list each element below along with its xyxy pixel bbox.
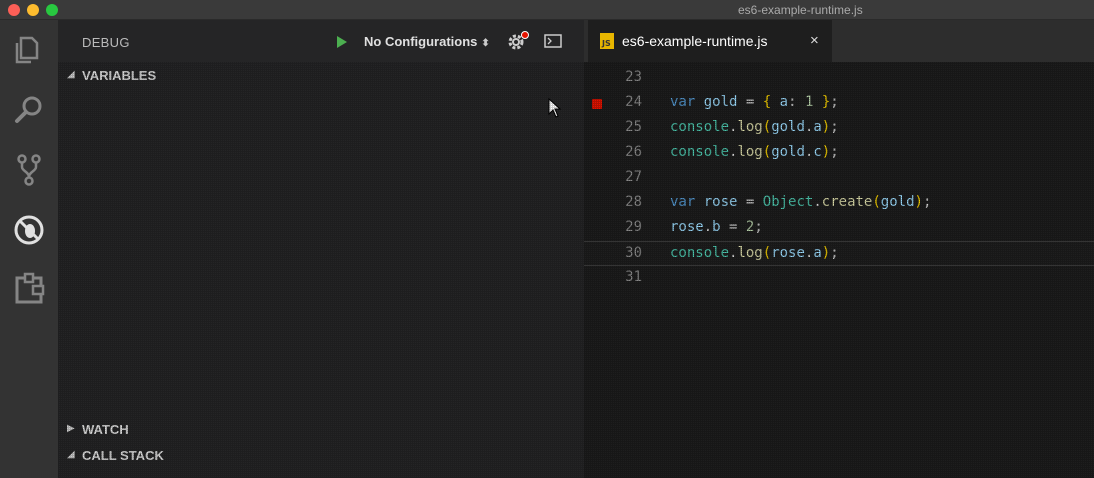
debug-toolbar: DEBUG No Configurations ⬍ [58, 20, 584, 62]
configuration-select[interactable]: No Configurations ⬍ [364, 34, 490, 49]
title-bar: es6-example-runtime.js [0, 0, 1094, 20]
code-line: 27 [584, 166, 1094, 191]
tab-label: es6-example-runtime.js [622, 33, 768, 49]
extensions-icon[interactable] [9, 270, 49, 310]
variables-section-header[interactable]: ◢ VARIABLES [58, 64, 584, 86]
svg-text:JS: JS [601, 39, 611, 48]
code-text: console.log(gold.c); [670, 144, 839, 160]
play-icon[interactable] [336, 35, 348, 49]
configuration-label: No Configurations [364, 34, 478, 49]
console-icon[interactable] [544, 34, 562, 48]
files-icon[interactable] [9, 30, 49, 70]
close-window-button[interactable] [8, 4, 20, 16]
code-line: 31 [584, 266, 1094, 291]
code-text: console.log(gold.a); [670, 119, 839, 135]
minimize-window-button[interactable] [27, 4, 39, 16]
current-code-line: 30 console.log(rose.a); [584, 241, 1094, 266]
close-icon[interactable]: × [810, 32, 819, 49]
code-line: 25 console.log(gold.a); [584, 116, 1094, 141]
search-icon[interactable] [9, 90, 49, 130]
watch-title: WATCH [82, 422, 129, 437]
variables-title: VARIABLES [82, 68, 157, 83]
code-line: 23 [584, 66, 1094, 91]
source-control-icon[interactable] [9, 150, 49, 190]
chevron-right-icon: ▶ [67, 423, 75, 434]
window-title: es6-example-runtime.js [738, 3, 863, 17]
code-text: var gold = { a: 1 }; [670, 94, 839, 110]
debug-sidebar: DEBUG No Configurations ⬍ ◢ VARIABLES ▶ W… [58, 20, 584, 478]
activity-bar [0, 20, 58, 478]
code-text: rose.b = 2; [670, 219, 763, 235]
line-number: 28 [625, 194, 642, 210]
debug-title: DEBUG [82, 35, 130, 50]
line-number: 25 [625, 119, 642, 135]
notification-badge [521, 31, 529, 39]
js-file-icon: JS [600, 33, 614, 49]
code-line: 26 console.log(gold.c); [584, 141, 1094, 166]
breakpoint-icon[interactable] [592, 99, 602, 109]
select-arrows-icon: ⬍ [481, 38, 490, 49]
chevron-down-icon: ◢ [67, 449, 75, 460]
line-number: 23 [625, 69, 642, 85]
line-number: 24 [625, 94, 642, 110]
callstack-title: CALL STACK [82, 448, 164, 463]
line-number: 27 [625, 169, 642, 185]
maximize-window-button[interactable] [46, 4, 58, 16]
code-text: var rose = Object.create(gold); [670, 194, 932, 210]
code-line: 24 var gold = { a: 1 }; [584, 91, 1094, 116]
line-number: 29 [625, 219, 642, 235]
editor-area: JS es6-example-runtime.js × 23 24 var go… [584, 20, 1094, 478]
debug-icon[interactable] [9, 210, 49, 250]
line-number: 26 [625, 144, 642, 160]
line-number: 30 [625, 245, 642, 261]
chevron-down-icon: ◢ [67, 69, 75, 80]
code-text: console.log(rose.a); [670, 245, 839, 261]
code-line: 28 var rose = Object.create(gold); [584, 191, 1094, 216]
code-line: 29 rose.b = 2; [584, 216, 1094, 241]
variables-panel [58, 86, 584, 416]
code-editor[interactable]: 23 24 var gold = { a: 1 }; 25 console.lo… [584, 66, 1094, 466]
line-number: 31 [625, 269, 642, 285]
callstack-section-header[interactable]: ◢ CALL STACK [58, 444, 584, 466]
watch-section-header[interactable]: ▶ WATCH [58, 418, 584, 440]
tab-es6-example-runtime[interactable]: JS es6-example-runtime.js × [588, 20, 832, 62]
tab-bar: JS es6-example-runtime.js × [584, 20, 1094, 62]
mouse-cursor-icon [548, 98, 562, 118]
